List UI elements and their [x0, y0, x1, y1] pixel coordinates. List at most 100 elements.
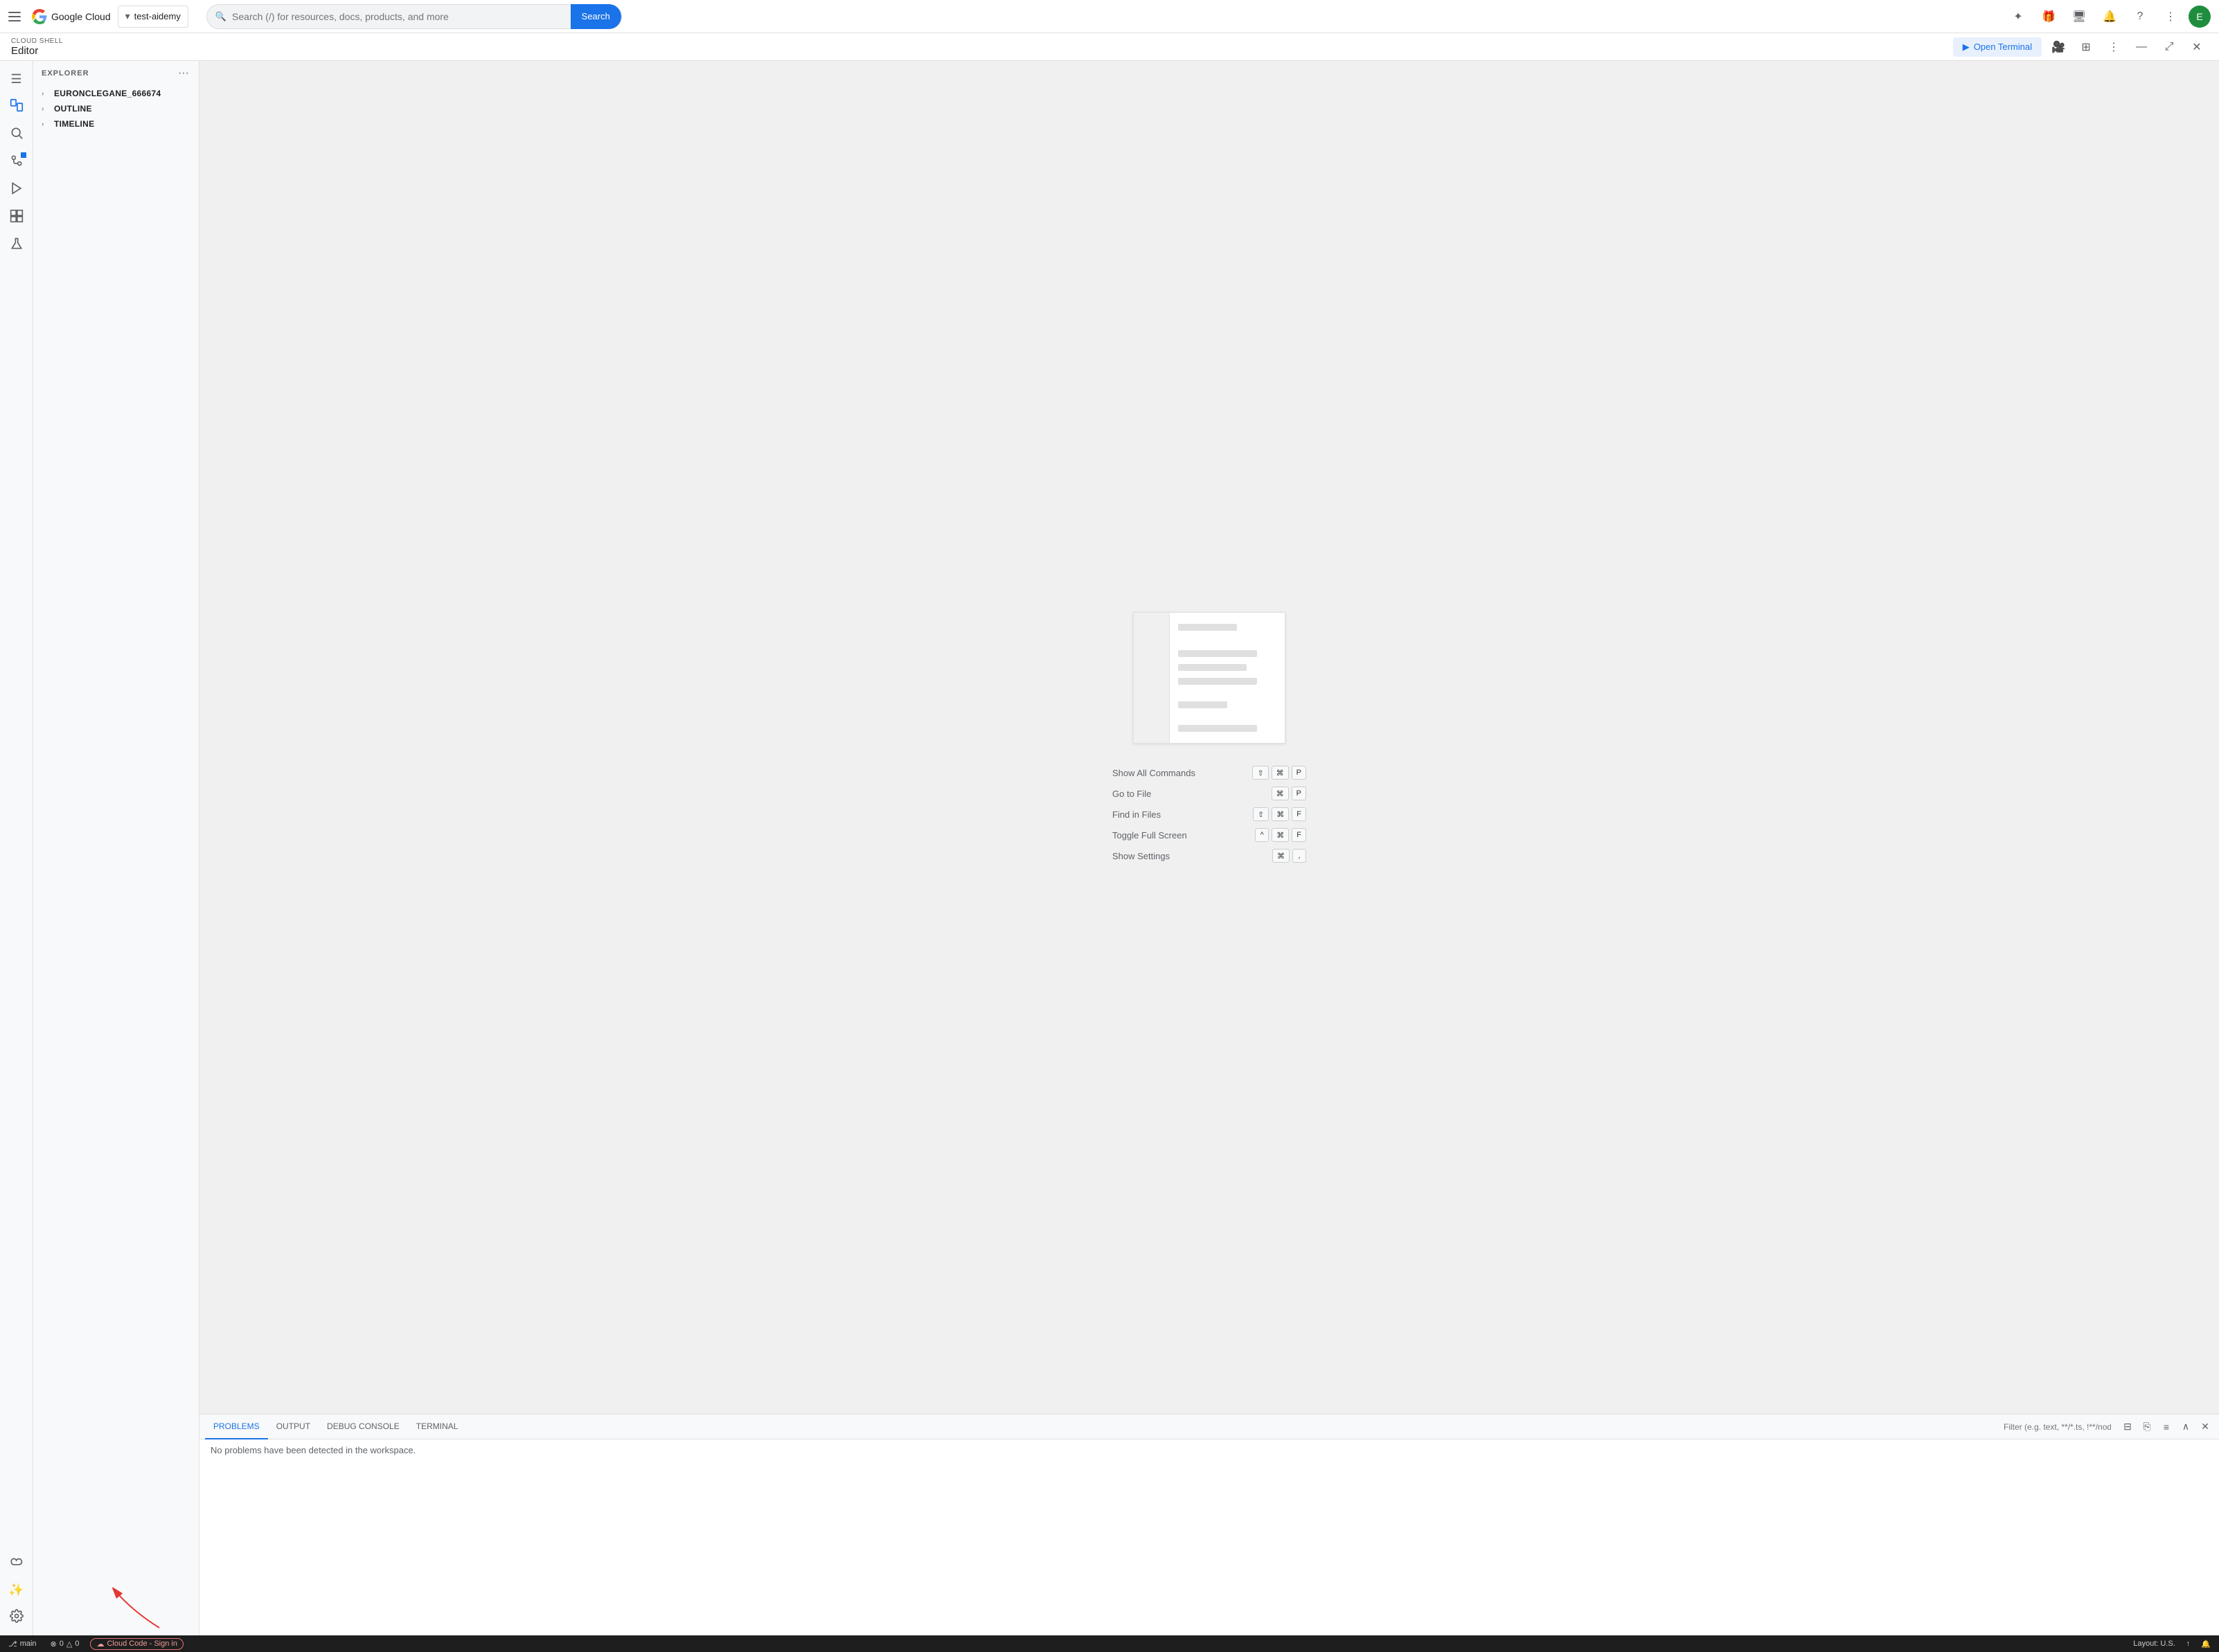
- tab-problems[interactable]: PROBLEMS: [205, 1415, 268, 1439]
- sidebar-item-timeline[interactable]: › TIMELINE: [33, 116, 199, 132]
- cloud-shell-header: CLOUD SHELL Editor ▶ Open Terminal 🎥 ⊞ ⋮…: [0, 33, 2219, 61]
- minimize-button[interactable]: —: [2130, 36, 2153, 58]
- hamburger-button[interactable]: [8, 8, 25, 25]
- preview-line-4: [1178, 678, 1257, 685]
- main-layout: ☰: [0, 61, 2219, 1635]
- sidebar-item-source-control[interactable]: [4, 150, 29, 174]
- key-shift-2: ⇧: [1253, 807, 1269, 821]
- flask-icon: [10, 237, 24, 254]
- key-cmd-3: ⌘: [1272, 807, 1289, 821]
- warning-count: 0: [75, 1640, 79, 1648]
- editor-area: Show All Commands ⇧ ⌘ P Go to File ⌘ P: [199, 61, 2219, 1635]
- find-in-files-label: Find in Files: [1112, 809, 1161, 820]
- more-icon-btn[interactable]: ⋮: [2158, 4, 2183, 29]
- cloud-code-area: ☁ Cloud Code - Sign in: [90, 1638, 184, 1650]
- brand-name: Google Cloud: [51, 11, 111, 22]
- close-panel-btn[interactable]: ✕: [2197, 1419, 2213, 1435]
- collapse-up-btn[interactable]: ∧: [2177, 1419, 2194, 1435]
- sidebar-item-menu[interactable]: ☰: [4, 66, 29, 91]
- preview-line-1: [1178, 624, 1237, 631]
- cloud-code-icon: [10, 1554, 24, 1571]
- sidebar-item-search[interactable]: [4, 122, 29, 147]
- status-bell[interactable]: 🔔: [2198, 1640, 2213, 1649]
- help-icon: ?: [2137, 10, 2144, 23]
- sidebar-item-cloud-code[interactable]: [4, 1550, 29, 1574]
- nav-actions: ✦ 🎁 🖥 🔔 ? ⋮ E: [2006, 4, 2211, 29]
- global-search-bar[interactable]: 🔍 Search: [206, 4, 622, 29]
- extension-icon: ✦: [2013, 10, 2022, 24]
- preview-line-3: [1178, 664, 1247, 671]
- error-count: 0: [60, 1640, 64, 1648]
- key-f: F: [1292, 807, 1306, 821]
- tab-output[interactable]: OUTPUT: [268, 1415, 319, 1439]
- menu-icon: ☰: [10, 72, 21, 87]
- sidebar-item-gemini[interactable]: ✨: [4, 1577, 29, 1602]
- close-panel-icon: ✕: [2201, 1421, 2209, 1433]
- cloud-code-signin-button[interactable]: ☁ Cloud Code - Sign in: [90, 1638, 184, 1650]
- project-icon: ▾: [125, 10, 130, 22]
- close-button[interactable]: ✕: [2186, 36, 2208, 58]
- expand-button[interactable]: ⤢: [2158, 36, 2180, 58]
- copy-icon-btn[interactable]: ⎘: [2139, 1419, 2155, 1435]
- sidebar-item-settings[interactable]: [4, 1605, 29, 1630]
- error-icon: ⊗: [51, 1640, 57, 1649]
- bottom-panel: PROBLEMS OUTPUT DEBUG CONSOLE TERMINAL ⊟…: [199, 1414, 2219, 1635]
- tab-debug-console[interactable]: DEBUG CONSOLE: [319, 1415, 408, 1439]
- sidebar-item-outline[interactable]: › OUTLINE: [33, 101, 199, 116]
- extension-icon-btn[interactable]: ✦: [2006, 4, 2031, 29]
- status-up-arrow[interactable]: ↑: [2184, 1640, 2193, 1648]
- help-icon-btn[interactable]: ?: [2128, 4, 2153, 29]
- preview-sidebar: [1134, 613, 1170, 743]
- sidebar-item-extensions[interactable]: [4, 205, 29, 230]
- shell-title-area: CLOUD SHELL Editor: [11, 37, 63, 57]
- panel-filter-input[interactable]: [1998, 1422, 2116, 1432]
- webcam-icon: 🎥: [2051, 40, 2065, 54]
- layout-icon-btn[interactable]: ⊞: [2075, 36, 2097, 58]
- status-layout[interactable]: Layout: U.S.: [2130, 1640, 2178, 1648]
- branch-name: main: [20, 1640, 37, 1648]
- shortcut-show-all-commands: Show All Commands ⇧ ⌘ P: [1112, 766, 1306, 780]
- status-bell-icon: 🔔: [2201, 1640, 2211, 1649]
- cloud-code-signin-label: Cloud Code - Sign in: [107, 1640, 177, 1648]
- more-options-btn[interactable]: ⋮: [2103, 36, 2125, 58]
- status-errors[interactable]: ⊗ 0 △ 0: [48, 1635, 82, 1652]
- search-input[interactable]: [232, 11, 571, 22]
- gift-icon-btn[interactable]: 🎁: [2036, 4, 2061, 29]
- toggle-fullscreen-label: Toggle Full Screen: [1112, 830, 1187, 841]
- key-cmd-5: ⌘: [1272, 849, 1290, 863]
- status-branch[interactable]: ⎇ main: [6, 1635, 39, 1652]
- bell-icon: 🔔: [2103, 10, 2116, 24]
- shortcut-find-in-files: Find in Files ⇧ ⌘ F: [1112, 807, 1306, 821]
- search-button[interactable]: Search: [571, 4, 621, 29]
- chevron-right-icon: ›: [42, 90, 50, 98]
- minimize-icon: —: [2136, 41, 2147, 53]
- open-terminal-label: Open Terminal: [1974, 42, 2032, 52]
- sidebar-more-button[interactable]: ···: [177, 66, 190, 81]
- monitor-icon-btn[interactable]: 🖥: [2067, 4, 2092, 29]
- open-terminal-button[interactable]: ▶ Open Terminal: [1953, 37, 2042, 57]
- layout-icon: ⊞: [2081, 40, 2090, 54]
- key-f-2: F: [1292, 828, 1306, 842]
- sidebar-item-explorer[interactable]: [4, 94, 29, 119]
- filter-icon-btn[interactable]: ⊟: [2119, 1419, 2136, 1435]
- settings-icon: [10, 1609, 24, 1626]
- key-p: P: [1292, 766, 1306, 780]
- webcam-icon-btn[interactable]: 🎥: [2047, 36, 2069, 58]
- tab-terminal[interactable]: TERMINAL: [408, 1415, 467, 1439]
- terminal-icon: ▶: [1963, 42, 1970, 53]
- sidebar-header: EXPLORER ···: [33, 61, 199, 86]
- sidebar-item-flask[interactable]: [4, 233, 29, 258]
- user-avatar[interactable]: E: [2189, 6, 2211, 28]
- timeline-label: TIMELINE: [54, 119, 94, 129]
- bell-icon-btn[interactable]: 🔔: [2097, 4, 2122, 29]
- gift-icon: 🎁: [2042, 10, 2056, 24]
- sidebar-item-euronclegane[interactable]: › EURONCLEGANE_666674: [33, 86, 199, 101]
- preview-line-5: [1178, 701, 1227, 708]
- list-icon-btn[interactable]: ≡: [2158, 1419, 2175, 1435]
- show-settings-keys: ⌘ ,: [1272, 849, 1306, 863]
- outline-label: OUTLINE: [54, 104, 92, 114]
- chevron-up-icon: ∧: [2182, 1421, 2189, 1433]
- sidebar-item-run[interactable]: [4, 177, 29, 202]
- find-in-files-keys: ⇧ ⌘ F: [1253, 807, 1306, 821]
- project-selector[interactable]: ▾ test-aidemy: [118, 6, 188, 28]
